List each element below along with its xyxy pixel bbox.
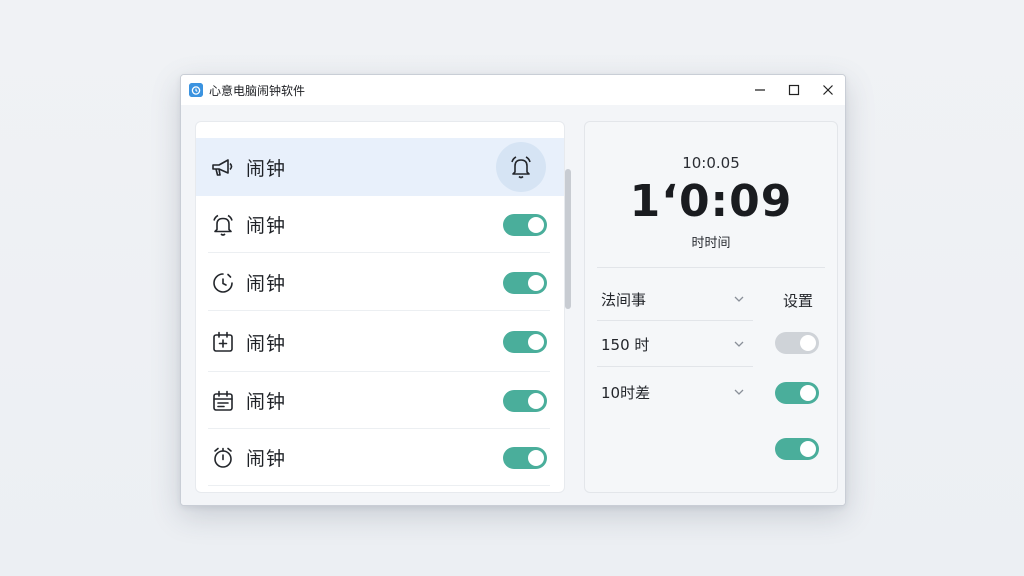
minimize-icon [755,89,765,91]
toggle-knob [528,392,544,409]
bell-icon [210,212,236,238]
dropdown-3[interactable]: 10时差 [601,375,751,409]
app-logo-icon [189,83,203,97]
maximize-icon [788,84,800,96]
alarm-label: 闹钟 [246,273,287,295]
maximize-button[interactable] [777,75,811,105]
clock-subtitle: 时时间 [691,236,731,251]
dropdown-value: 法间事 [601,290,647,309]
app-window: 心意电脑闹钟软件 闹钟 闹钟 闹钟 闹钟 闹钟 闹钟 10:0.05 1‘0:0… [180,74,846,506]
calendar-add-icon [210,329,236,355]
close-icon [823,85,833,95]
title-bar[interactable]: 心意电脑闹钟软件 [181,75,845,105]
minimize-button[interactable] [743,75,777,105]
alarm-list-item[interactable]: 闹钟 [196,429,564,486]
alarm-label: 闹钟 [246,391,287,413]
setting-toggle-2[interactable] [775,382,819,404]
setting-toggle-1[interactable] [775,332,819,354]
alarm-list-item[interactable]: 闹钟 [196,138,564,196]
alarm-clock-icon [210,445,236,471]
chevron-down-icon [734,341,744,347]
chevron-down-icon [734,296,744,302]
list-scrollbar[interactable] [565,169,571,309]
dropdown-value: 10时差 [601,383,651,402]
toggle-knob [800,441,816,457]
dropdown-value: 150 时 [601,335,650,354]
window-body: 闹钟 闹钟 闹钟 闹钟 闹钟 闹钟 10:0.05 1‘0:09 时时间 设置 … [181,105,845,505]
timer-icon [210,270,236,296]
chevron-down-icon [734,389,744,395]
toggle-knob [800,385,816,401]
calendar-icon [210,388,236,414]
alarm-label: 闹钟 [246,215,287,237]
alarm-toggle[interactable] [503,389,547,412]
toggle-knob [528,216,544,233]
alarm-list: 闹钟 闹钟 闹钟 闹钟 闹钟 闹钟 [195,121,565,493]
alarm-toggle[interactable] [503,331,547,353]
toggle-knob [800,335,816,351]
toggle-knob [528,274,544,291]
alarm-toggle[interactable] [503,213,547,236]
setting-toggle-3[interactable] [775,438,819,460]
divider [597,320,753,321]
dropdown-1[interactable]: 法间事 [601,282,751,316]
alarm-toggle[interactable] [503,271,547,294]
alarm-list-item[interactable]: 闹钟 [196,196,564,253]
toggle-knob [528,449,544,466]
alarm-label: 闹钟 [246,157,287,180]
alarm-list-item[interactable]: 闹钟 [196,254,564,311]
alarm-toggle[interactable] [503,446,547,469]
clock-big-time: 1‘0:09 [629,176,793,227]
clock-settings-panel: 10:0.05 1‘0:09 时时间 设置 法间事 150 时 10时差 [584,121,838,493]
bell-icon [511,156,531,179]
alarm-label: 闹钟 [246,448,287,470]
bell-button[interactable] [496,142,546,192]
dropdown-2[interactable]: 150 时 [601,327,751,361]
divider [597,366,753,367]
alarm-list-item[interactable]: 闹钟 [196,312,564,372]
window-controls [743,75,845,105]
window-title: 心意电脑闹钟软件 [209,83,306,98]
divider [597,267,825,268]
settings-header: 设置 [783,292,814,310]
toggle-knob [528,334,544,350]
alarm-list-item[interactable]: 闹钟 [196,372,564,429]
desktop-background: 心意电脑闹钟软件 闹钟 闹钟 闹钟 闹钟 闹钟 闹钟 10:0.05 1‘0:0… [0,0,1024,576]
alarm-label: 闹钟 [246,332,287,355]
close-button[interactable] [811,75,845,105]
clock-small-time: 10:0.05 [682,154,740,172]
megaphone-icon [210,154,236,180]
